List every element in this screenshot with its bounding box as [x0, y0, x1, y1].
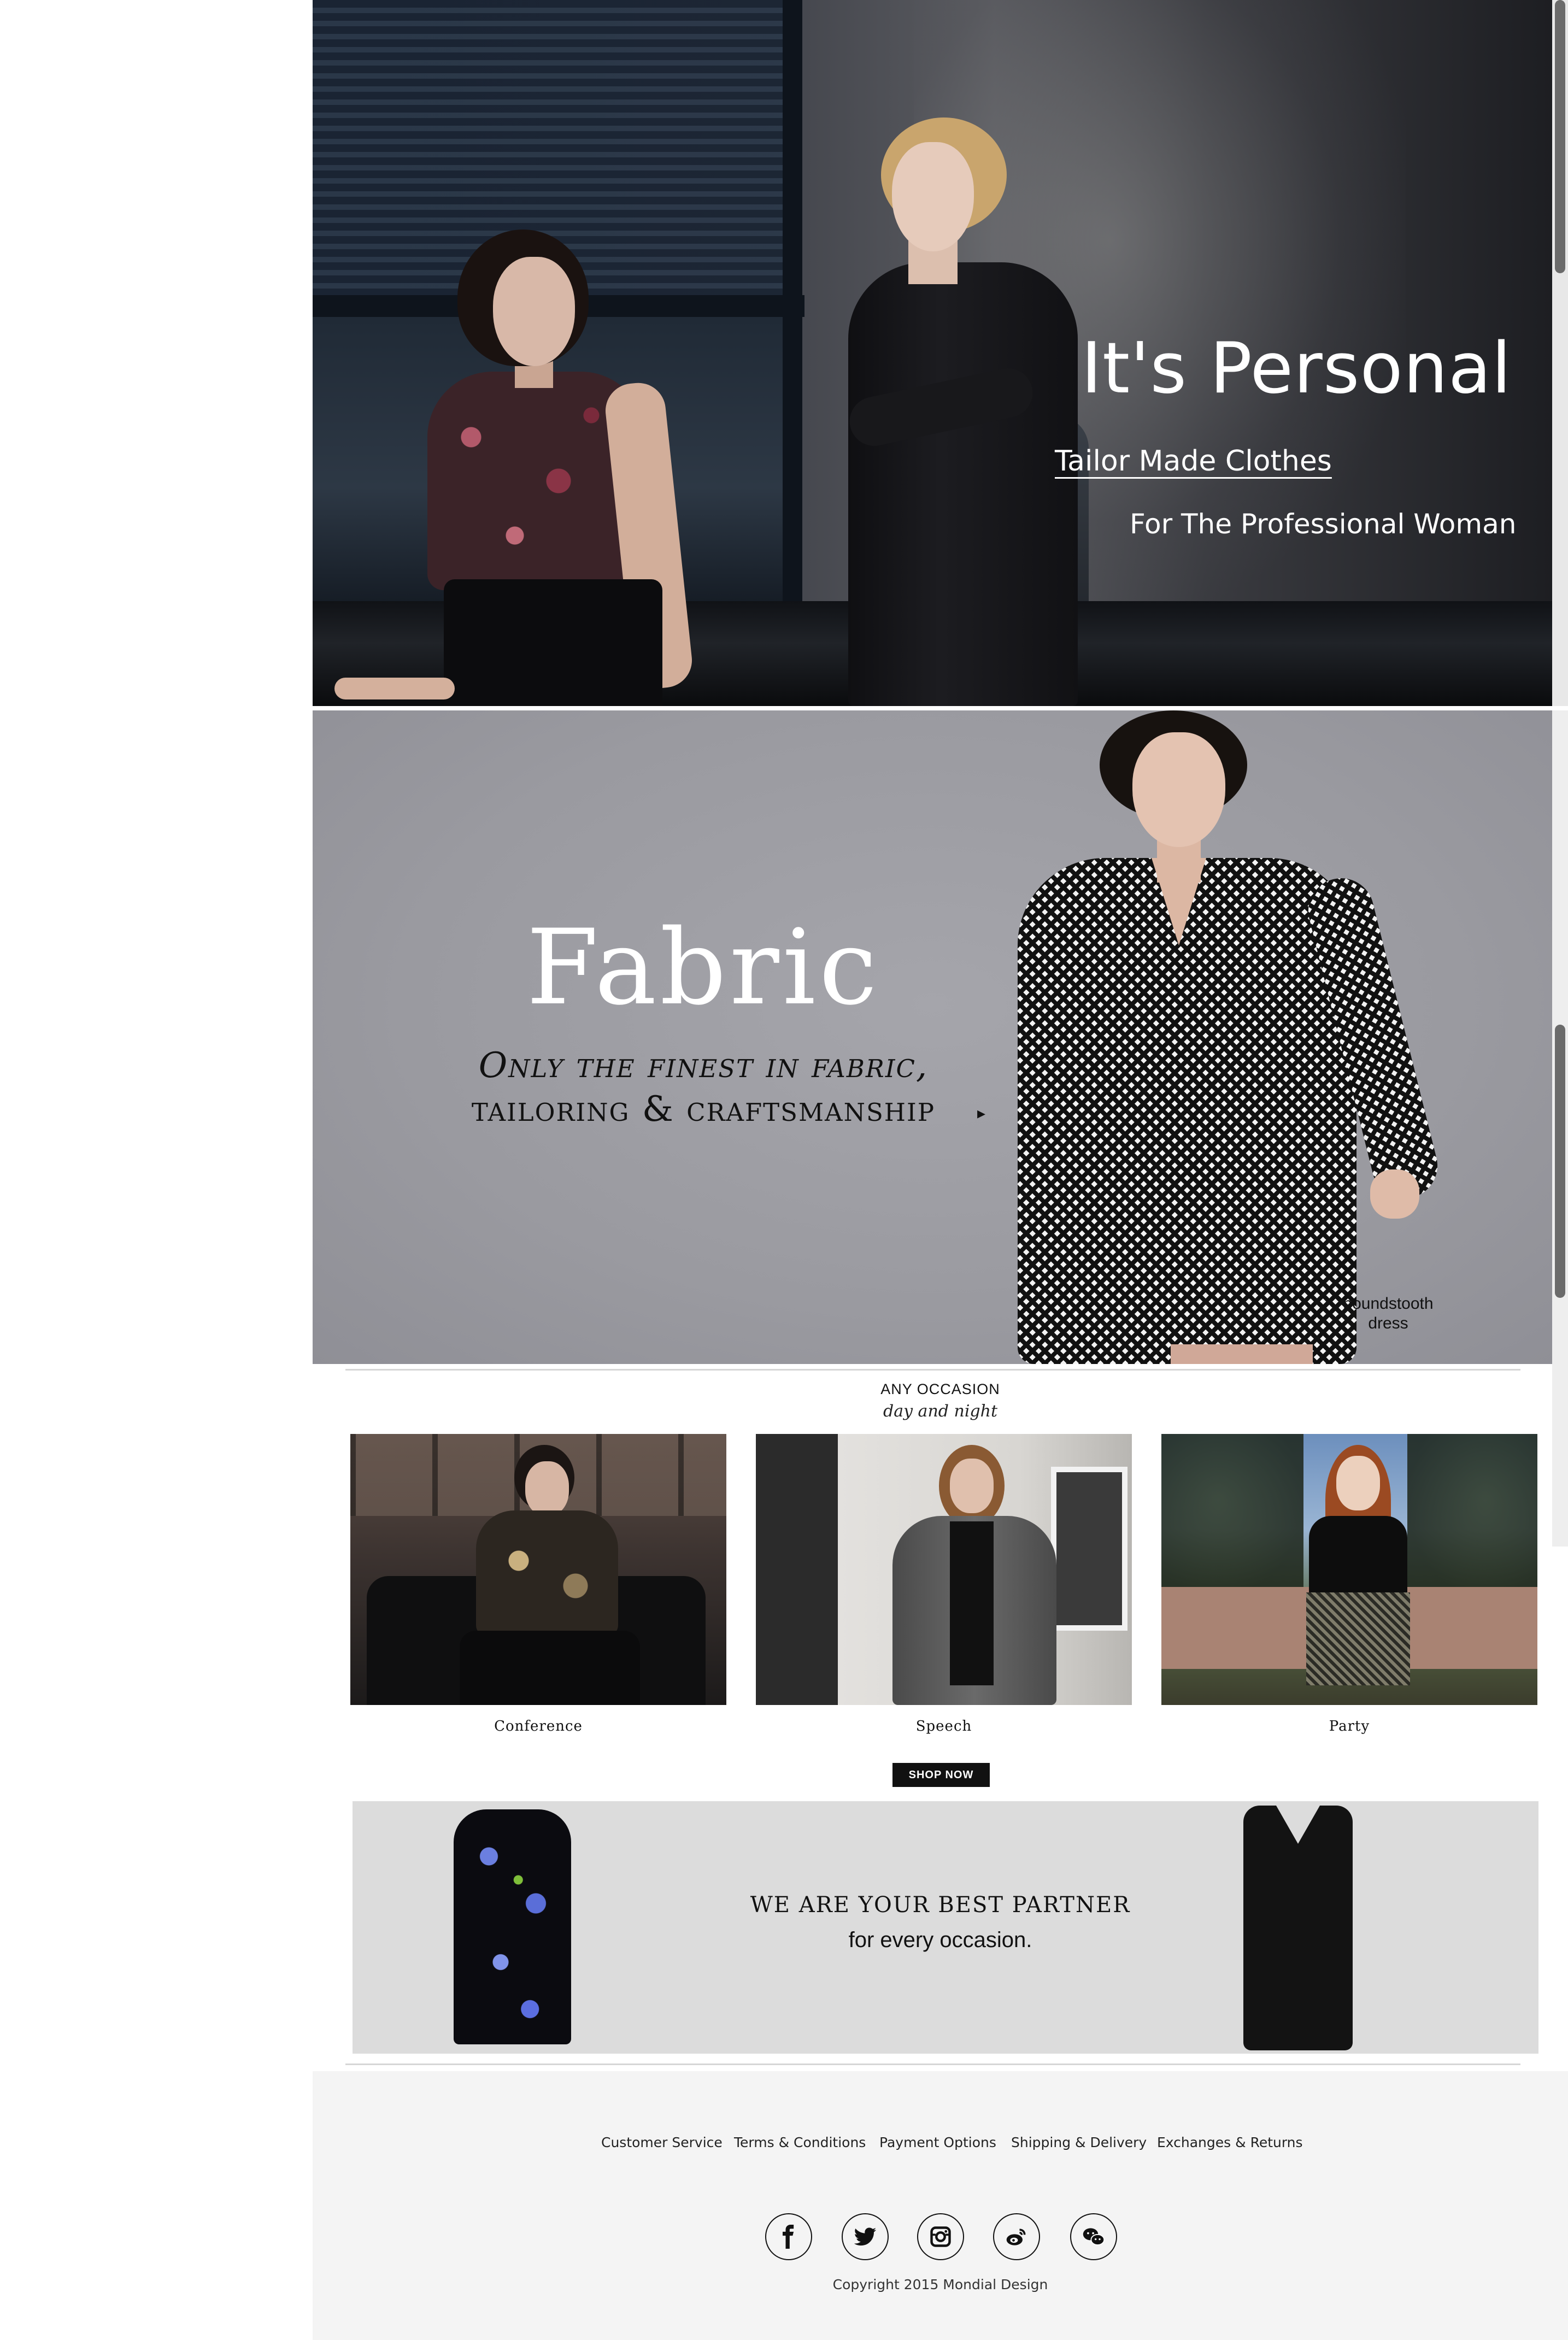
- tailor-made-link[interactable]: Tailor Made Clothes: [1055, 445, 1332, 478]
- footer-link-payment[interactable]: Payment Options: [879, 2135, 996, 2150]
- card-model-top: [476, 1510, 618, 1636]
- copyright-text: Copyright 2015 Mondial Design: [832, 2277, 1048, 2292]
- occasion-card-party[interactable]: [1161, 1434, 1537, 1705]
- model-black-suit: [848, 262, 1078, 706]
- occasion-card-speech[interactable]: [756, 1434, 1132, 1705]
- fabric-tagline-line1: Only the finest in fabric,: [478, 1045, 929, 1086]
- dress-caption-line2: dress: [1368, 1314, 1408, 1332]
- occasion-label-speech[interactable]: Speech: [756, 1718, 1132, 1735]
- card-model-face: [950, 1459, 994, 1513]
- dress-caption: houndstooth dress: [1334, 1294, 1443, 1333]
- weibo-icon[interactable]: [993, 2213, 1040, 2260]
- twitter-icon[interactable]: [842, 2213, 889, 2260]
- footer-link-customer-service[interactable]: Customer Service: [601, 2135, 723, 2150]
- partner-subtitle: for every occasion.: [848, 1928, 1032, 1952]
- fabric-banner[interactable]: Fabric Only the finest in fabric, tailor…: [313, 710, 1552, 1364]
- footer-link-exchanges[interactable]: Exchanges & Returns: [1157, 2135, 1303, 2150]
- occasion-label-party[interactable]: Party: [1161, 1718, 1537, 1735]
- model-face: [1132, 732, 1225, 847]
- model-face: [493, 257, 575, 366]
- scrollbar-thumb[interactable]: [1555, 0, 1565, 273]
- occasion-subtitle: day and night: [883, 1402, 998, 1421]
- card-model-face: [525, 1461, 569, 1516]
- card-model-bodice: [1309, 1516, 1407, 1598]
- occasion-title: ANY OCCASION: [880, 1381, 1000, 1397]
- model-face: [892, 142, 974, 251]
- card-model-face: [1336, 1456, 1380, 1510]
- card-palm-tree: [1407, 1434, 1537, 1598]
- fabric-arrow-icon[interactable]: ▸: [977, 1104, 985, 1123]
- section-divider: [345, 1369, 1520, 1371]
- instagram-icon[interactable]: [917, 2213, 964, 2260]
- card-door: [756, 1434, 838, 1705]
- scrollbar-thumb[interactable]: [1555, 1025, 1565, 1298]
- footer: [313, 2071, 1568, 2340]
- left-blank-margin: [0, 0, 313, 2340]
- model-legs: [1171, 1344, 1313, 1364]
- shop-now-button[interactable]: SHOP NOW: [892, 1763, 990, 1787]
- section-divider: [345, 2063, 1520, 2065]
- fabric-title: Fabric: [526, 907, 880, 1028]
- card-window: [1051, 1467, 1127, 1631]
- model-hand: [334, 678, 455, 699]
- hero-title: It's Personal: [1081, 328, 1512, 409]
- occasion-label-conference[interactable]: Conference: [350, 1718, 726, 1735]
- hero-banner: It's Personal Tailor Made Clothes For Th…: [313, 0, 1552, 706]
- occasion-card-conference[interactable]: [350, 1434, 726, 1705]
- hero-tagline: For The Professional Woman: [1130, 508, 1517, 540]
- partner-title: WE ARE YOUR BEST PARTNER: [750, 1892, 1131, 1918]
- dress-caption-line1: houndstooth: [1343, 1295, 1434, 1313]
- wechat-icon[interactable]: [1070, 2213, 1117, 2260]
- card-model-pants: [460, 1631, 640, 1705]
- floral-dress-image: [454, 1809, 571, 2044]
- model-skirt: [444, 579, 662, 706]
- partner-banner[interactable]: [353, 1801, 1538, 2054]
- card-model-dress: [950, 1521, 994, 1685]
- footer-link-terms[interactable]: Terms & Conditions: [734, 2135, 866, 2150]
- page-content: It's Personal Tailor Made Clothes For Th…: [313, 0, 1568, 2340]
- card-palm-tree: [1161, 1434, 1303, 1598]
- card-model-skirt: [1306, 1592, 1410, 1685]
- facebook-icon[interactable]: [765, 2213, 812, 2260]
- footer-link-shipping[interactable]: Shipping & Delivery: [1011, 2135, 1147, 2150]
- model-hand: [1370, 1169, 1419, 1219]
